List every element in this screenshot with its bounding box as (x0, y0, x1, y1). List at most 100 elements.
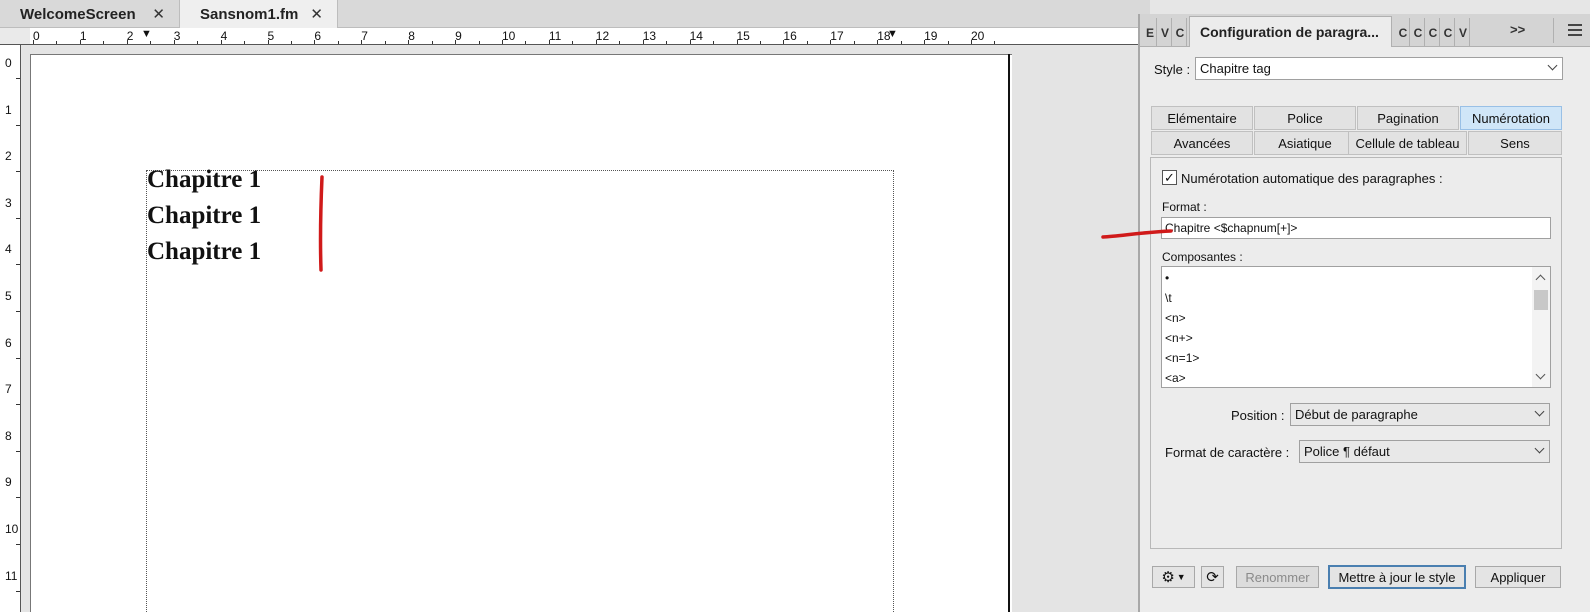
ruler-tick (16, 450, 20, 452)
ruler-number: 8 (408, 29, 415, 43)
auto-numbering-checkbox[interactable]: ✓ (1162, 170, 1177, 185)
update-style-button[interactable]: Mettre à jour le style (1328, 565, 1466, 589)
refresh-icon: ⟳ (1206, 569, 1219, 586)
panel-tab-paragraph-designer[interactable]: Configuration de paragra... (1189, 16, 1392, 47)
collapsed-panel-tab[interactable]: C (1397, 18, 1410, 47)
chapter-heading[interactable]: Chapitre 1 (147, 238, 261, 266)
format-input[interactable]: Chapitre <$chapnum[+]> (1161, 217, 1551, 239)
apply-button[interactable]: Appliquer (1475, 566, 1561, 588)
ruler-tick (947, 41, 949, 44)
ruler-tick (16, 497, 20, 499)
scroll-thumb[interactable] (1534, 290, 1548, 310)
ruler-tick (619, 41, 621, 44)
horizontal-ruler[interactable]: ▼ ▼ 0 1 2 3 4 5 6 7 8 9 10 11 12 13 14 15 16 17 18 19 20 (30, 28, 1140, 45)
ruler-tick (314, 40, 316, 44)
tab-sansnom1[interactable]: Sansnom1.fm ✕ (180, 0, 338, 28)
tab-police[interactable]: Police (1254, 106, 1356, 130)
ruler-number: 2 (126, 29, 134, 43)
list-item[interactable]: • (1165, 271, 1169, 285)
tab-label: Sansnom1.fm (200, 5, 299, 23)
collapsed-panel-tab[interactable]: C (1412, 18, 1425, 47)
ruler-tick (56, 41, 58, 44)
list-item[interactable]: <n> (1165, 311, 1186, 325)
scroll-down-icon[interactable] (1535, 369, 1546, 380)
list-item[interactable]: \t (1165, 291, 1172, 305)
chevron-down-icon: ▼ (1176, 572, 1186, 582)
char-format-select[interactable]: Police ¶ défaut (1299, 440, 1550, 463)
components-list[interactable]: • \t <n> <n+> <n=1> <a> (1161, 266, 1551, 388)
close-icon[interactable]: ✕ (310, 5, 323, 23)
collapsed-panel-tab[interactable]: C (1427, 18, 1440, 47)
ruler-tick (548, 40, 550, 44)
format-label: Format : (1162, 200, 1207, 214)
ruler-tick (16, 171, 20, 173)
scroll-up-icon[interactable] (1535, 274, 1546, 285)
ruler-tick (408, 40, 410, 44)
ruler-tick (994, 41, 996, 44)
ruler-number: 10 (502, 29, 516, 43)
char-format-value: Police ¶ défaut (1304, 444, 1390, 459)
list-item[interactable]: <n=1> (1165, 351, 1199, 365)
collapsed-panel-tab[interactable]: C (1174, 18, 1187, 47)
ruler-number: 11 (548, 29, 562, 43)
collapsed-panel-tab[interactable]: C (1442, 18, 1455, 47)
components-scrollbar[interactable] (1532, 267, 1550, 387)
ruler-tick (525, 41, 527, 44)
tab-cellule-de-tableau[interactable]: Cellule de tableau (1348, 131, 1467, 155)
ruler-tick (759, 41, 761, 44)
document-canvas: Chapitre 1 Chapitre 1 Chapitre 1 (22, 46, 1142, 612)
ruler-number: 9 (5, 475, 12, 490)
tab-asiatique[interactable]: Asiatique (1254, 131, 1356, 155)
refresh-button[interactable]: ⟳ (1201, 566, 1224, 588)
ruler-tick (502, 40, 503, 44)
paragraph-designer-panel: E V C Configuration de paragra... C C C … (1138, 14, 1590, 612)
text-frame[interactable]: Chapitre 1 Chapitre 1 Chapitre 1 (146, 166, 894, 612)
style-select[interactable]: Chapitre tag (1195, 57, 1563, 80)
ruler-tick (16, 404, 20, 406)
tab-sens[interactable]: Sens (1468, 131, 1562, 155)
ruler-tick (361, 40, 363, 44)
overflow-tabs-icon[interactable]: >> (1510, 22, 1525, 37)
panel-menu-icon[interactable] (1568, 24, 1582, 36)
indent-marker-icon[interactable]: ▼ (141, 28, 152, 40)
ruler-tick (783, 40, 785, 44)
ruler-number: 20 (971, 29, 985, 43)
tab-numerotation[interactable]: Numérotation (1460, 106, 1562, 130)
char-format-label: Format de caractère : (1165, 445, 1290, 460)
gear-icon: ⚙ (1161, 569, 1175, 586)
tab-elementaire[interactable]: Elémentaire (1151, 106, 1253, 130)
ruler-tick (126, 40, 128, 44)
ruler-number: 6 (5, 335, 12, 350)
ruler-tick (384, 41, 386, 44)
ruler-tick (713, 41, 715, 44)
chevron-down-icon (1534, 443, 1545, 454)
ruler-tick (197, 41, 199, 44)
ruler-tick (666, 41, 668, 44)
collapsed-panel-tab[interactable]: V (1457, 18, 1470, 47)
divider (1553, 18, 1554, 43)
tab-avancees[interactable]: Avancées (1151, 131, 1253, 155)
position-select[interactable]: Début de paragraphe (1290, 403, 1550, 426)
settings-menu-button[interactable]: ⚙ ▼ (1152, 566, 1195, 588)
ruler-tick (16, 217, 20, 219)
list-item[interactable]: <n+> (1165, 331, 1193, 345)
ruler-tick (244, 41, 246, 44)
ruler-number: 12 (595, 29, 610, 43)
ruler-tick (103, 41, 105, 44)
ruler-number: 3 (5, 195, 12, 210)
ruler-tick (642, 40, 644, 44)
rename-button[interactable]: Renommer (1236, 566, 1319, 588)
page[interactable]: Chapitre 1 Chapitre 1 Chapitre 1 (30, 54, 1012, 612)
close-icon[interactable]: ✕ (152, 5, 165, 23)
list-item[interactable]: <a> (1165, 371, 1186, 385)
tab-pagination[interactable]: Pagination (1357, 106, 1459, 130)
auto-numbering-label: Numérotation automatique des paragraphes… (1181, 171, 1443, 186)
ruler-tick (478, 41, 480, 44)
chapter-heading[interactable]: Chapitre 1 (147, 166, 261, 194)
collapsed-panel-tab[interactable]: V (1159, 18, 1172, 47)
ruler-number: 1 (79, 29, 87, 43)
collapsed-panel-tab[interactable]: E (1144, 18, 1157, 47)
tab-welcomescreen[interactable]: WelcomeScreen ✕ (0, 0, 180, 28)
ruler-number: 0 (5, 56, 12, 70)
chapter-heading[interactable]: Chapitre 1 (147, 202, 261, 230)
